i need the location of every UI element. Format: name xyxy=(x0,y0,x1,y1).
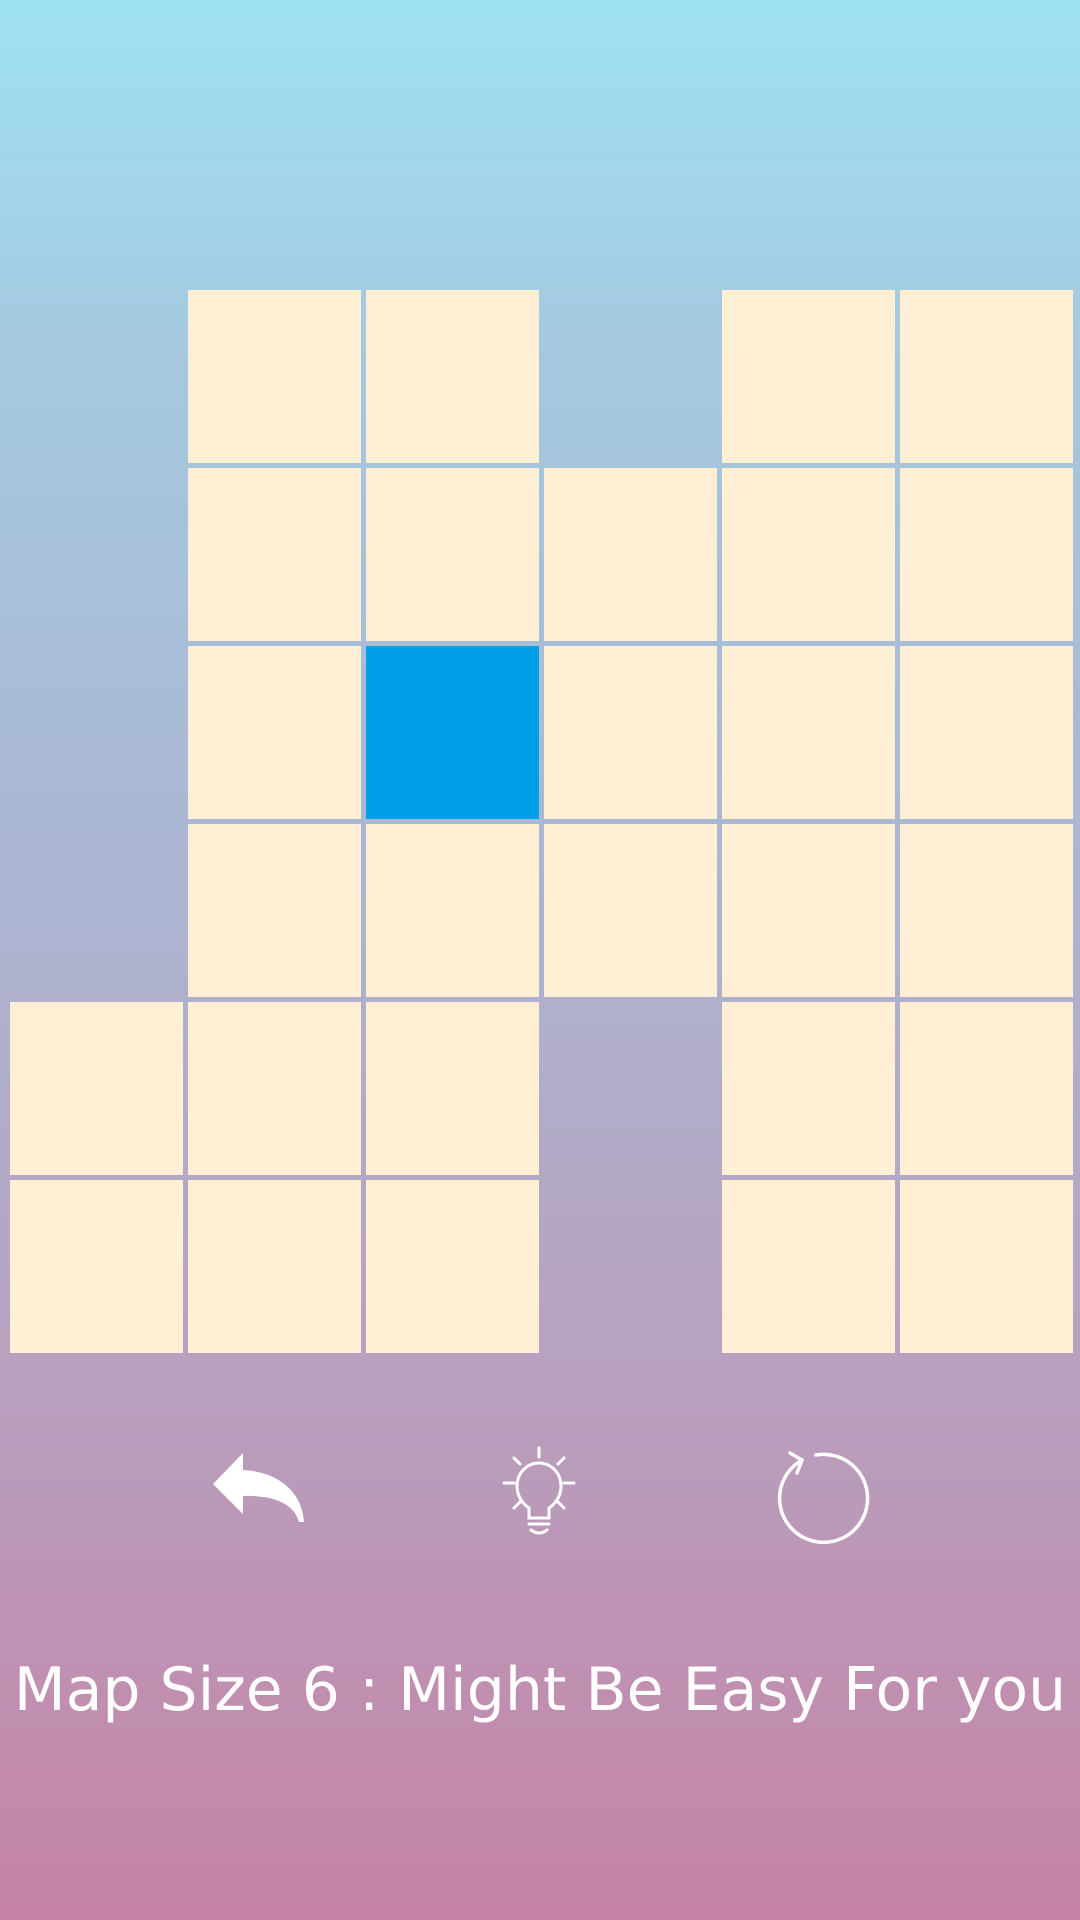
grid-tile[interactable] xyxy=(188,646,361,819)
grid-tile[interactable] xyxy=(366,1002,539,1175)
undo-arrow-icon xyxy=(213,1453,304,1522)
restart-icon xyxy=(777,1451,870,1545)
grid-tile[interactable] xyxy=(10,1180,183,1353)
undo-button[interactable] xyxy=(205,1440,315,1550)
grid-tile[interactable] xyxy=(544,468,717,641)
grid-tile[interactable] xyxy=(722,1180,895,1353)
grid-tile[interactable] xyxy=(722,646,895,819)
grid-tile[interactable] xyxy=(900,824,1073,997)
grid-tile[interactable] xyxy=(722,290,895,463)
grid-tile[interactable] xyxy=(722,1002,895,1175)
game-board xyxy=(10,290,1078,1356)
grid-tile[interactable] xyxy=(722,468,895,641)
grid-tile[interactable] xyxy=(366,290,539,463)
grid-tile[interactable] xyxy=(188,824,361,997)
grid-tile[interactable] xyxy=(900,646,1073,819)
grid-tile[interactable] xyxy=(10,1002,183,1175)
level-message: Map Size 6 : Might Be Easy For you xyxy=(13,1655,1067,1725)
grid-tile[interactable] xyxy=(366,824,539,997)
grid-tile[interactable] xyxy=(900,468,1073,641)
grid-tile[interactable] xyxy=(900,1180,1073,1353)
game-screen: Map Size 6 : Might Be Easy For you xyxy=(0,0,1080,1920)
grid-tile[interactable] xyxy=(188,468,361,641)
grid-tile[interactable] xyxy=(900,1002,1073,1175)
grid-tile[interactable] xyxy=(188,290,361,463)
grid-tile[interactable] xyxy=(188,1002,361,1175)
grid-tile[interactable] xyxy=(544,646,717,819)
grid-tile[interactable] xyxy=(900,290,1073,463)
grid-tile[interactable] xyxy=(722,824,895,997)
restart-button[interactable] xyxy=(764,1440,874,1550)
hint-button[interactable] xyxy=(484,1440,594,1550)
player-tile[interactable] xyxy=(366,646,539,819)
grid-tile[interactable] xyxy=(366,468,539,641)
grid-tile[interactable] xyxy=(188,1180,361,1353)
grid-tile[interactable] xyxy=(544,824,717,997)
lightbulb-icon xyxy=(502,1446,576,1535)
control-bar xyxy=(0,1440,1080,1550)
grid-tile[interactable] xyxy=(366,1180,539,1353)
